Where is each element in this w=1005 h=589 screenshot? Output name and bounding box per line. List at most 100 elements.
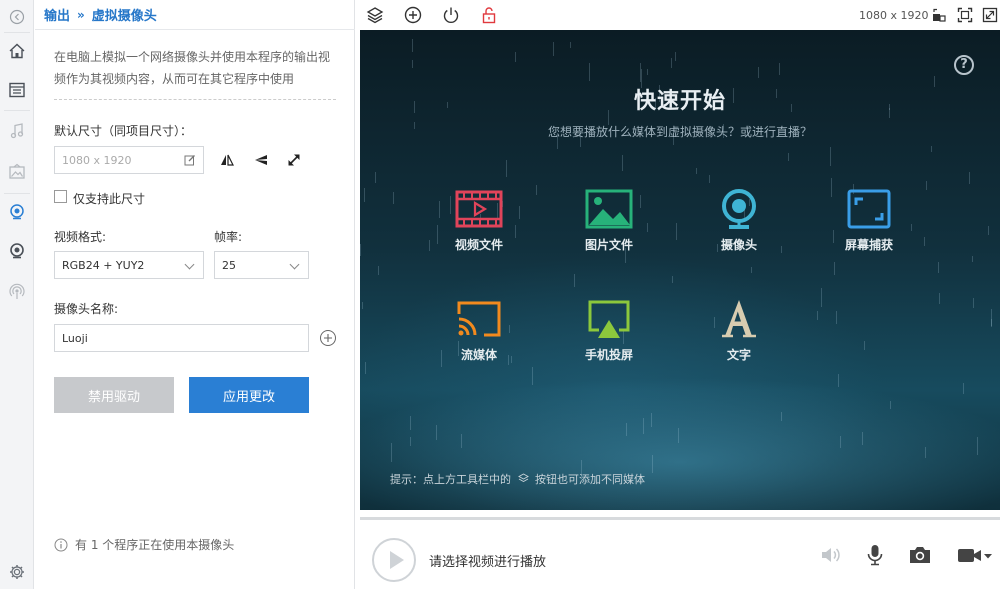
- cast-icon: [457, 301, 501, 337]
- nav-list[interactable]: [0, 73, 34, 107]
- framerate-value: 25: [222, 258, 236, 272]
- text-letter-a-icon: [722, 300, 756, 338]
- video-format-select[interactable]: RGB24 + YUY2: [54, 251, 204, 279]
- unlock-icon[interactable]: [479, 5, 499, 25]
- media-image-file[interactable]: 图片文件: [564, 188, 654, 253]
- only-support-label: 仅支持此尺寸: [73, 192, 146, 206]
- fullscreen-icon[interactable]: [982, 7, 998, 23]
- media-streaming[interactable]: 流媒体: [434, 298, 524, 363]
- rain-streak: [862, 432, 863, 445]
- collapse-button[interactable]: [0, 0, 34, 34]
- add-circle-icon[interactable]: [403, 5, 423, 25]
- settings-button[interactable]: [0, 555, 34, 589]
- size-input[interactable]: 1080 x 1920: [54, 146, 204, 174]
- rain-streak: [938, 262, 939, 273]
- rain-streak: [817, 311, 818, 320]
- media-camera[interactable]: 摄像头: [694, 188, 784, 253]
- rain-streak: [671, 58, 672, 68]
- microphone-icon[interactable]: [863, 544, 887, 566]
- nav-virtual-camera[interactable]: [0, 195, 34, 229]
- camera-name-value: Luoji: [62, 331, 88, 345]
- rain-streak: [840, 436, 841, 448]
- rain-streak: [515, 52, 516, 62]
- rain-streak: [647, 69, 648, 75]
- fit-frame-icon[interactable]: [957, 7, 973, 23]
- rain-streak: [675, 52, 676, 61]
- disable-driver-button[interactable]: 禁用驱动: [54, 377, 174, 413]
- rain-streak: [779, 63, 780, 75]
- media-video-file[interactable]: 视频文件: [434, 188, 524, 253]
- rain-streak: [972, 256, 973, 262]
- rain-streak: [375, 172, 376, 183]
- virtual-camera-panel: 输出 » 虚拟摄像头 在电脑上模拟一个网络摄像头并使用本程序的输出视频作为其视频…: [35, 0, 355, 589]
- rain-streak: [890, 401, 891, 409]
- nav-home[interactable]: [0, 34, 34, 68]
- rain-streak: [709, 175, 710, 183]
- media-video-file-label: 视频文件: [454, 238, 503, 252]
- rain-streak: [412, 39, 413, 52]
- media-screen-capture-label: 屏幕捕获: [844, 238, 893, 252]
- webcam-icon: [10, 243, 24, 259]
- only-support-checkbox[interactable]: [54, 190, 67, 203]
- camera-snapshot-icon[interactable]: [908, 544, 932, 566]
- expand-diagonal-icon[interactable]: [286, 152, 302, 168]
- rain-streak: [622, 155, 623, 171]
- rain-streak: [436, 425, 437, 440]
- rain-streak: [532, 367, 533, 385]
- info-icon: [54, 538, 68, 551]
- edit-icon[interactable]: [184, 154, 196, 166]
- rain-streak: [570, 42, 571, 48]
- media-screen-capture[interactable]: 屏幕捕获: [824, 188, 914, 253]
- nav-audio[interactable]: [0, 114, 34, 148]
- rain-streak: [758, 67, 759, 78]
- flip-vertical-icon[interactable]: [253, 152, 269, 168]
- rain-streak: [781, 412, 782, 421]
- video-format-value: RGB24 + YUY2: [62, 258, 145, 272]
- video-record-icon[interactable]: [956, 544, 994, 566]
- breadcrumb-separator: »: [77, 7, 85, 22]
- nav-camera[interactable]: [0, 234, 34, 268]
- framerate-select[interactable]: 25: [214, 251, 309, 279]
- layers-icon[interactable]: [365, 5, 385, 25]
- rain-streak: [788, 153, 789, 161]
- play-button[interactable]: [372, 538, 416, 582]
- rail-divider: [4, 193, 30, 194]
- rain-streak: [410, 437, 411, 446]
- framerate-label: 帧率:: [214, 230, 243, 244]
- rain-streak: [973, 298, 974, 308]
- list-icon: [9, 82, 25, 98]
- power-icon[interactable]: [441, 5, 461, 25]
- media-text[interactable]: 文字: [694, 298, 784, 363]
- help-icon[interactable]: ?: [954, 55, 974, 75]
- apply-changes-button[interactable]: 应用更改: [189, 377, 309, 413]
- camera-name-input[interactable]: Luoji: [54, 324, 309, 352]
- rain-streak: [640, 63, 641, 82]
- flip-horizontal-icon[interactable]: [219, 152, 235, 168]
- rain-streak: [506, 160, 507, 177]
- video-format-label: 视频格式:: [54, 230, 107, 244]
- media-phone-mirror[interactable]: 手机投屏: [564, 298, 654, 363]
- image-icon: [585, 189, 633, 229]
- volume-icon[interactable]: [819, 544, 843, 566]
- rain-streak: [926, 181, 927, 190]
- media-phone-mirror-label: 手机投屏: [584, 348, 633, 362]
- nav-broadcast[interactable]: [0, 275, 34, 309]
- music-note-icon: [10, 123, 24, 139]
- hint-text: 提示：点上方工具栏中的 按钮也可添加不同媒体: [390, 471, 645, 487]
- rotate-frame-icon[interactable]: [931, 7, 947, 23]
- rain-streak: [626, 423, 627, 436]
- rain-streak: [429, 240, 430, 251]
- rain-streak: [925, 447, 926, 458]
- rain-streak: [360, 244, 361, 256]
- add-circle-icon[interactable]: [319, 329, 337, 347]
- rain-streak: [410, 416, 411, 430]
- rain-streak: [991, 319, 992, 327]
- rain-streak: [553, 42, 554, 56]
- panel-description: 在电脑上模拟一个网络摄像头并使用本程序的输出视频作为其视频内容，从而可在其它程序…: [54, 50, 331, 86]
- nav-image[interactable]: [0, 155, 34, 189]
- rail-divider: [4, 32, 30, 33]
- rain-streak: [969, 172, 970, 184]
- breadcrumb-parent[interactable]: 输出: [44, 5, 70, 24]
- media-image-file-label: 图片文件: [584, 238, 633, 252]
- rain-streak: [362, 302, 363, 309]
